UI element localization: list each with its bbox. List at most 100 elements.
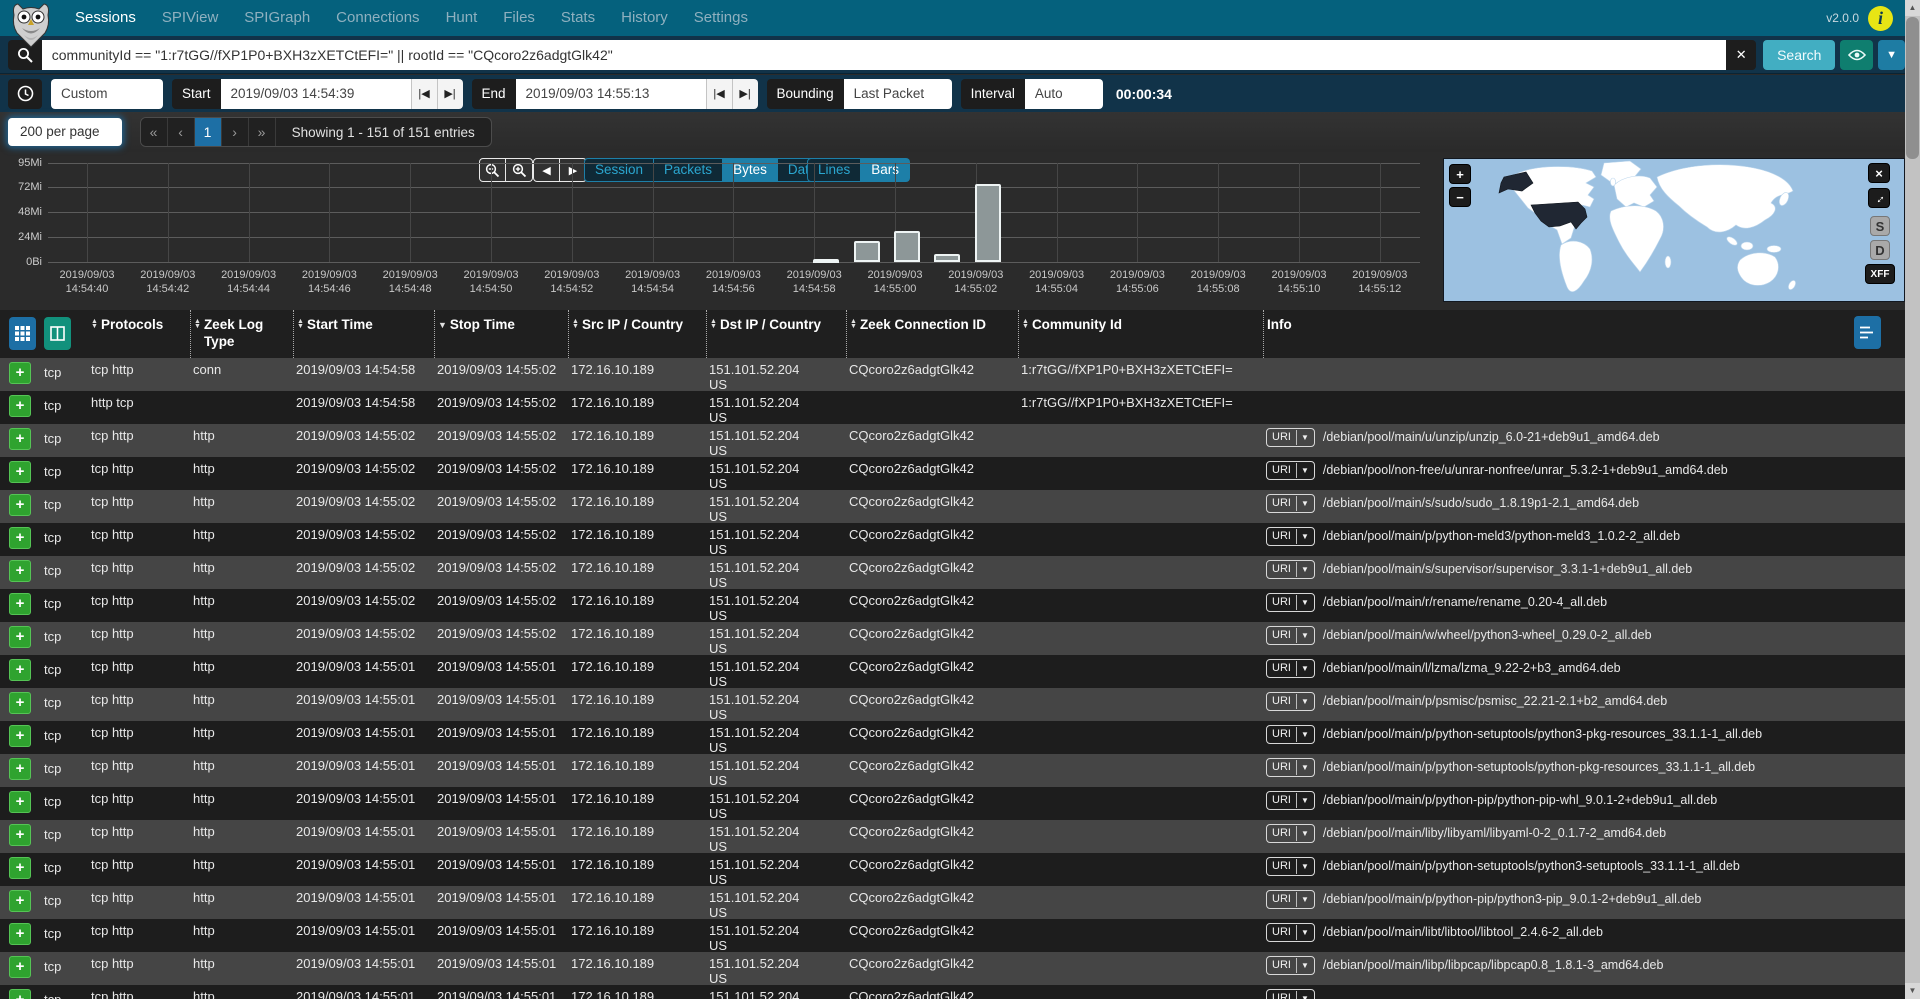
zoom-out-icon[interactable] (479, 158, 506, 182)
expand-session-button[interactable]: + (9, 923, 31, 945)
eye-view-button[interactable] (1840, 40, 1873, 70)
end-time-input[interactable]: 2019/09/03 14:55:13 (516, 79, 706, 109)
uri-dropdown-button[interactable]: URI▼ (1266, 791, 1315, 810)
start-time-input[interactable]: 2019/09/03 14:54:39 (221, 79, 411, 109)
expand-session-button[interactable]: + (9, 560, 31, 582)
table-row[interactable]: +tcptcp httphttp2019/09/03 14:55:012019/… (0, 985, 1905, 999)
expand-session-button[interactable]: + (9, 395, 31, 417)
nav-item-files[interactable]: Files (490, 0, 548, 36)
expand-session-button[interactable]: + (9, 692, 31, 714)
nav-item-history[interactable]: History (608, 0, 681, 36)
nav-item-spiview[interactable]: SPIView (149, 0, 231, 36)
table-row[interactable]: +tcptcp httphttp2019/09/03 14:55:012019/… (0, 919, 1905, 952)
column-config-button[interactable] (1854, 316, 1881, 349)
per-page-select[interactable]: 200 per page (8, 118, 122, 146)
table-row[interactable]: +tcptcp httphttp2019/09/03 14:55:012019/… (0, 853, 1905, 886)
interval-select[interactable]: Auto (1025, 79, 1103, 109)
search-input[interactable] (42, 40, 1727, 70)
column-header-start-time[interactable]: ▲▼Start Time (293, 310, 434, 358)
table-row[interactable]: +tcptcp httphttp2019/09/03 14:55:012019/… (0, 721, 1905, 754)
time-range-select[interactable]: Custom (51, 79, 163, 109)
uri-dropdown-button[interactable]: URI▼ (1266, 923, 1315, 942)
column-header-info[interactable]: Info (1263, 310, 1905, 358)
sort-icon[interactable]: ▲▼ (850, 319, 857, 358)
uri-dropdown-button[interactable]: URI▼ (1266, 527, 1315, 546)
uri-dropdown-button[interactable]: URI▼ (1266, 824, 1315, 843)
expand-session-button[interactable]: + (9, 362, 31, 384)
expand-session-button[interactable]: + (9, 494, 31, 516)
page-button[interactable]: « (141, 118, 168, 146)
map-zoom-out-button[interactable]: − (1449, 187, 1471, 207)
uri-dropdown-button[interactable]: URI▼ (1266, 494, 1315, 513)
map-resize-button[interactable]: ↔ (1868, 188, 1890, 208)
column-layout-button[interactable] (44, 317, 71, 350)
page-button[interactable]: › (222, 118, 249, 146)
toggle-all-sessions-button[interactable] (9, 317, 36, 350)
uri-dropdown-button[interactable]: URI▼ (1266, 758, 1315, 777)
table-row[interactable]: +tcptcp httphttp2019/09/03 14:55:012019/… (0, 952, 1905, 985)
map-dst-toggle-button[interactable]: D (1870, 240, 1890, 260)
chart-bar[interactable] (894, 231, 920, 262)
search-button[interactable]: Search (1763, 40, 1835, 70)
sort-icon[interactable]: ▲▼ (194, 319, 201, 358)
expand-session-button[interactable]: + (9, 989, 31, 999)
scrollbar-thumb[interactable] (1906, 17, 1919, 159)
map-zoom-in-button[interactable]: + (1449, 164, 1471, 184)
search-actions-dropdown[interactable]: ▼ (1878, 40, 1905, 70)
uri-dropdown-button[interactable]: URI▼ (1266, 692, 1315, 711)
nav-item-settings[interactable]: Settings (681, 0, 761, 36)
clear-search-button[interactable]: ✕ (1726, 40, 1756, 70)
table-row[interactable]: +tcptcp httphttp2019/09/03 14:55:022019/… (0, 589, 1905, 622)
start-skip-back-button[interactable]: |◀ (411, 79, 437, 109)
column-header-stop-time[interactable]: ▼Stop Time (434, 310, 568, 358)
uri-dropdown-button[interactable]: URI▼ (1266, 428, 1315, 447)
uri-dropdown-button[interactable]: URI▼ (1266, 956, 1315, 975)
pan-right-icon[interactable]: ▶ (560, 158, 587, 182)
zoom-in-icon[interactable] (506, 158, 533, 182)
uri-dropdown-button[interactable]: URI▼ (1266, 626, 1315, 645)
expand-session-button[interactable]: + (9, 461, 31, 483)
chart-series-session-button[interactable]: Session (584, 158, 654, 182)
table-row[interactable]: +tcptcp httphttp2019/09/03 14:55:022019/… (0, 490, 1905, 523)
table-row[interactable]: +tcptcp httphttp2019/09/03 14:55:012019/… (0, 886, 1905, 919)
uri-dropdown-button[interactable]: URI▼ (1266, 560, 1315, 579)
uri-dropdown-button[interactable]: URI▼ (1266, 857, 1315, 876)
table-row[interactable]: +tcphttp tcp2019/09/03 14:54:582019/09/0… (0, 391, 1905, 424)
table-row[interactable]: +tcptcp httpconn2019/09/03 14:54:582019/… (0, 358, 1905, 391)
table-row[interactable]: +tcptcp httphttp2019/09/03 14:55:022019/… (0, 424, 1905, 457)
nav-item-spigraph[interactable]: SPIGraph (231, 0, 323, 36)
expand-session-button[interactable]: + (9, 791, 31, 813)
column-header-zeek-log-type[interactable]: ▲▼Zeek Log Type (190, 310, 293, 358)
table-row[interactable]: +tcptcp httphttp2019/09/03 14:55:012019/… (0, 688, 1905, 721)
table-row[interactable]: +tcptcp httphttp2019/09/03 14:55:012019/… (0, 655, 1905, 688)
clock-icon[interactable] (8, 79, 42, 109)
expand-session-button[interactable]: + (9, 824, 31, 846)
uri-dropdown-button[interactable]: URI▼ (1266, 593, 1315, 612)
scroll-down-icon[interactable]: ▼ (1905, 983, 1920, 999)
table-row[interactable]: +tcptcp httphttp2019/09/03 14:55:022019/… (0, 622, 1905, 655)
sort-icon[interactable]: ▲▼ (572, 319, 579, 358)
expand-session-button[interactable]: + (9, 659, 31, 681)
sort-icon[interactable]: ▲▼ (710, 319, 717, 358)
expand-session-button[interactable]: + (9, 857, 31, 879)
uri-dropdown-button[interactable]: URI▼ (1266, 989, 1315, 999)
world-map[interactable]: + − × ↔ S D XFF (1443, 158, 1905, 302)
chart-series-bytes-button[interactable]: Bytes (723, 158, 778, 182)
column-header-community-id[interactable]: ▲▼Community Id (1018, 310, 1263, 358)
nav-item-hunt[interactable]: Hunt (433, 0, 491, 36)
expand-session-button[interactable]: + (9, 725, 31, 747)
expand-session-button[interactable]: + (9, 956, 31, 978)
column-header-dst-ip-country[interactable]: ▲▼Dst IP / Country (706, 310, 846, 358)
map-close-button[interactable]: × (1868, 163, 1890, 183)
chart-bar[interactable] (854, 241, 880, 262)
sort-icon[interactable]: ▲▼ (91, 319, 98, 358)
expand-session-button[interactable]: + (9, 626, 31, 648)
page-button-current[interactable]: 1 (195, 118, 222, 146)
table-row[interactable]: +tcptcp httphttp2019/09/03 14:55:012019/… (0, 754, 1905, 787)
nav-item-sessions[interactable]: Sessions (62, 0, 149, 36)
expand-session-button[interactable]: + (9, 758, 31, 780)
table-row[interactable]: +tcptcp httphttp2019/09/03 14:55:022019/… (0, 457, 1905, 490)
scroll-up-icon[interactable]: ▲ (1905, 0, 1920, 16)
sort-icon[interactable]: ▲▼ (1022, 319, 1029, 358)
chart-bar[interactable] (934, 254, 960, 262)
